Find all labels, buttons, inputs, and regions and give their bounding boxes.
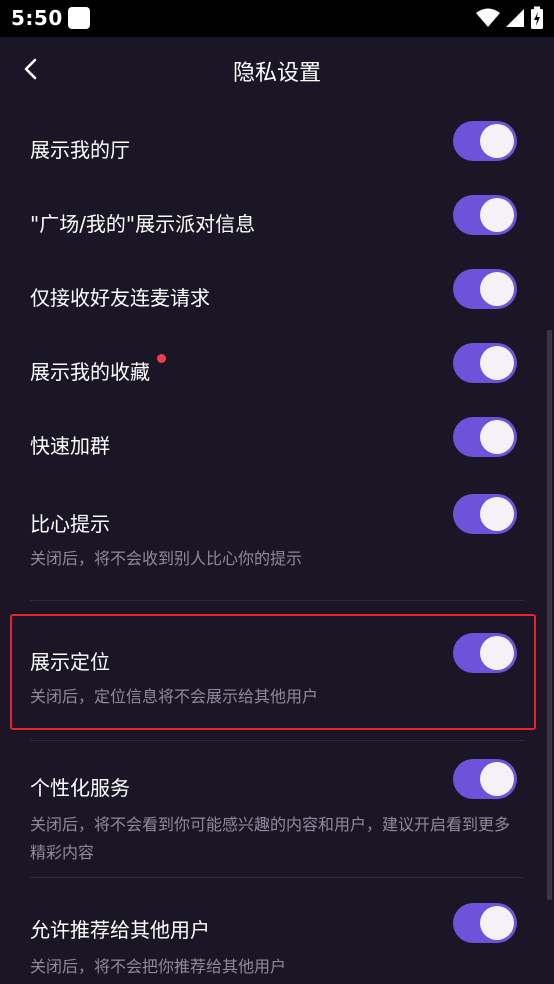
setting-label: 仅接收好友连麦请求: [30, 286, 210, 310]
page-title: 隐私设置: [232, 61, 321, 86]
toggle-knob: [480, 198, 514, 232]
setting-row-friends-mic-only: 仅接收好友连麦请求: [0, 266, 554, 322]
setting-label: 允许推荐给其他用户: [30, 918, 210, 942]
setting-label: 比心提示: [30, 512, 110, 536]
toggle-switch[interactable]: [453, 343, 517, 383]
setting-row-show-room: 展示我的厅: [0, 118, 554, 174]
divider: [30, 877, 524, 878]
signal-icon: [506, 9, 524, 27]
toggle-knob: [480, 906, 514, 940]
toggle-knob: [480, 124, 514, 158]
toggle-switch[interactable]: [453, 417, 517, 457]
status-time: 5:50: [11, 6, 63, 30]
divider: [30, 740, 524, 741]
toggle-knob: [480, 346, 514, 380]
status-bar: 5:50: [0, 0, 554, 37]
wifi-icon: [476, 8, 500, 27]
toggle-knob: [480, 762, 514, 796]
scrollbar[interactable]: [547, 330, 552, 900]
setting-row-show-location: 展示定位 关闭后，定位信息将不会展示给其他用户: [0, 630, 554, 720]
setting-row-heart-notice: 比心提示 关闭后，将不会收到别人比心你的提示: [0, 492, 554, 582]
setting-label: 展示我的厅: [30, 138, 130, 162]
toggle-switch[interactable]: [453, 195, 517, 235]
battery-charging-icon: [531, 6, 543, 29]
setting-row-personalized-service: 个性化服务 关闭后，将不会看到你可能感兴趣的内容和用户，建议开启看到更多精彩内容: [0, 756, 554, 868]
setting-description: 关闭后，将不会收到别人比心你的提示: [30, 549, 303, 568]
setting-description: 关闭后，定位信息将不会展示给其他用户: [30, 687, 319, 706]
setting-row-recommend-to-others: 允许推荐给其他用户 关闭后，将不会把你推荐给其他用户: [0, 900, 554, 984]
setting-label: 快速加群: [30, 434, 110, 458]
toggle-switch[interactable]: [453, 759, 517, 799]
setting-label: "广场/我的"展示派对信息: [30, 212, 256, 236]
status-icons: [476, 6, 544, 30]
toggle-knob: [480, 420, 514, 454]
setting-description: 关闭后，将不会把你推荐给其他用户: [30, 957, 287, 976]
toggle-switch[interactable]: [453, 121, 517, 161]
toggle-switch[interactable]: [453, 903, 517, 943]
new-badge-dot: [157, 354, 166, 363]
setting-description: 关闭后，将不会看到你可能感兴趣的内容和用户，建议开启看到更多精彩内容: [30, 815, 511, 862]
divider: [30, 600, 524, 601]
toggle-switch[interactable]: [453, 269, 517, 309]
nav-bar: 隐私设置: [0, 37, 554, 101]
setting-label: 展示定位: [30, 650, 110, 674]
toggle-knob: [480, 272, 514, 306]
toggle-knob: [480, 636, 514, 670]
setting-row-show-party-info: "广场/我的"展示派对信息: [0, 192, 554, 248]
toggle-switch[interactable]: [453, 633, 517, 673]
setting-row-show-favorites: 展示我的收藏: [0, 340, 554, 396]
setting-label: 展示我的收藏: [30, 360, 150, 384]
toggle-switch[interactable]: [453, 494, 517, 534]
toggle-knob: [480, 497, 514, 531]
setting-row-quick-join-group: 快速加群: [0, 414, 554, 470]
setting-label: 个性化服务: [30, 776, 130, 800]
notification-icon: [68, 7, 90, 29]
